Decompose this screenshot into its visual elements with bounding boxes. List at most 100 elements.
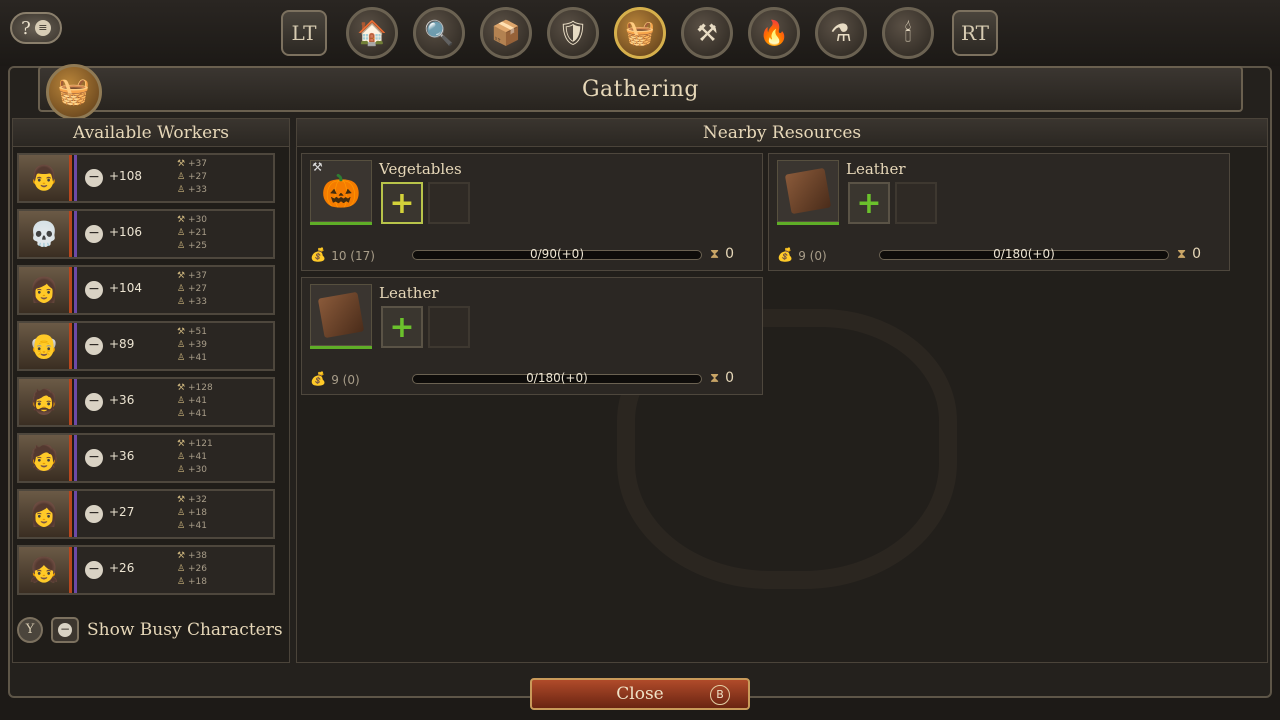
stat-value: +25: [188, 241, 207, 251]
resource-stock: 💰 9 (0): [310, 372, 360, 387]
stat-value: +51: [188, 327, 207, 337]
worker-row[interactable]: 👨 − +108 ⚒ +37 ♙ +27 ♙ +33: [17, 153, 275, 203]
stat-value: +121: [188, 439, 213, 449]
close-label: Close: [616, 684, 664, 704]
figure-icon: ♙: [177, 228, 186, 238]
shield-icon[interactable]: 🛡: [547, 7, 599, 59]
timer-value: 0: [1192, 246, 1202, 262]
close-button[interactable]: Close B: [530, 678, 750, 710]
stat-value: +41: [188, 452, 207, 462]
y-button-icon[interactable]: Y: [17, 617, 43, 643]
add-worker-button[interactable]: +: [381, 306, 423, 348]
rt-shoulder-button[interactable]: RT: [952, 10, 998, 56]
worker-row[interactable]: 🧑 − +36 ⚒ +121 ♙ +41 ♙ +30: [17, 433, 275, 483]
show-busy-row[interactable]: Y − Show Busy Characters: [17, 617, 283, 643]
stat-value: +37: [188, 159, 207, 169]
remove-worker-icon[interactable]: −: [85, 505, 103, 523]
worker-score: +89: [109, 337, 135, 351]
worker-slot[interactable]: [895, 182, 937, 224]
house-icon[interactable]: 🏠: [346, 7, 398, 59]
stat-value: +26: [188, 564, 207, 574]
resource-card: Leather + 💰 9 (0) 0/180(+0) ⧗ 0: [301, 277, 763, 395]
worker-stats: ⚒ +30 ♙ +21 ♙ +25: [177, 214, 207, 253]
worker-row[interactable]: 👩 − +27 ⚒ +32 ♙ +18 ♙ +41: [17, 489, 275, 539]
remove-worker-icon[interactable]: −: [85, 337, 103, 355]
figure-icon: ♙: [177, 340, 186, 350]
lt-shoulder-button[interactable]: LT: [281, 10, 327, 56]
stat-value: +33: [188, 185, 207, 195]
figure-icon: ♙: [177, 577, 186, 587]
stat-value: +38: [188, 551, 207, 561]
resource-stock: 💰 10 (17): [310, 248, 375, 263]
workers-panel: Available Workers 👨 − +108 ⚒ +37 ♙ +27 ♙ +3…: [12, 118, 290, 663]
tool-icon: ⚒: [312, 160, 323, 174]
figure-icon: ♙: [177, 508, 186, 518]
add-worker-button[interactable]: +: [848, 182, 890, 224]
stat-value: +27: [188, 284, 207, 294]
worker-row[interactable]: 💀 − +106 ⚒ +30 ♙ +21 ♙ +25: [17, 209, 275, 259]
axe-icon: ⚒: [177, 383, 186, 393]
remove-worker-icon[interactable]: −: [85, 169, 103, 187]
crate-icon[interactable]: 📦: [480, 7, 532, 59]
avatar: 👧: [19, 547, 69, 593]
axe-icon: ⚒: [177, 551, 186, 561]
avatar: 👴: [19, 323, 69, 369]
resource-stock: 💰 9 (0): [777, 248, 827, 263]
remove-worker-icon[interactable]: −: [85, 281, 103, 299]
add-worker-button[interactable]: +: [381, 182, 423, 224]
worker-row[interactable]: 👩 − +104 ⚒ +37 ♙ +27 ♙ +33: [17, 265, 275, 315]
remove-worker-icon[interactable]: −: [85, 449, 103, 467]
magnifier-icon[interactable]: 🔍: [413, 7, 465, 59]
stat-value: +18: [188, 577, 207, 587]
class-stripe: [69, 155, 77, 201]
furnace-icon[interactable]: 🔥: [748, 7, 800, 59]
axe-icon: ⚒: [177, 271, 186, 281]
worker-slot[interactable]: [428, 306, 470, 348]
candle-icon[interactable]: 🕯: [882, 7, 934, 59]
stat-value: +27: [188, 172, 207, 182]
worker-score: +26: [109, 561, 135, 575]
axe-icon: ⚒: [177, 439, 186, 449]
progress-text: 0/180(+0): [526, 371, 588, 385]
worker-slot[interactable]: [428, 182, 470, 224]
worker-score: +36: [109, 449, 135, 463]
resources-panel: Nearby Resources 🎃 ⚒ Vegetables + 💰 10 (…: [296, 118, 1268, 663]
worker-stats: ⚒ +37 ♙ +27 ♙ +33: [177, 158, 207, 197]
stock-value: 9 (0): [331, 372, 360, 387]
timer-value: 0: [725, 370, 735, 386]
remove-worker-icon[interactable]: −: [85, 225, 103, 243]
figure-icon: ♙: [177, 185, 186, 195]
timer: ⧗ 0: [710, 246, 734, 262]
worker-row[interactable]: 🧔 − +36 ⚒ +128 ♙ +41 ♙ +41: [17, 377, 275, 427]
show-busy-label: Show Busy Characters: [87, 620, 283, 640]
figure-icon: ♙: [177, 409, 186, 419]
anvil-icon[interactable]: ⚒: [681, 7, 733, 59]
resources-panel-title: Nearby Resources: [297, 119, 1267, 147]
class-stripe: [69, 211, 77, 257]
stock-value: 9 (0): [798, 248, 827, 263]
class-stripe: [69, 379, 77, 425]
remove-worker-icon[interactable]: −: [85, 561, 103, 579]
worker-row[interactable]: 👧 − +26 ⚒ +38 ♙ +26 ♙ +18: [17, 545, 275, 595]
sack-icon: 💰: [310, 372, 327, 387]
flask-icon[interactable]: ⚗: [815, 7, 867, 59]
worker-stats: ⚒ +51 ♙ +39 ♙ +41: [177, 326, 207, 365]
resource-name: Leather: [379, 284, 439, 302]
worker-row[interactable]: 👴 − +89 ⚒ +51 ♙ +39 ♙ +41: [17, 321, 275, 371]
figure-icon: ♙: [177, 284, 186, 294]
timer-value: 0: [725, 246, 735, 262]
help-menu-button[interactable]: ? ≡: [10, 12, 62, 44]
worker-stats: ⚒ +32 ♙ +18 ♙ +41: [177, 494, 207, 533]
worker-stats: ⚒ +121 ♙ +41 ♙ +30: [177, 438, 213, 477]
resource-card: 🎃 ⚒ Vegetables + 💰 10 (17) 0/90(+0) ⧗ 0: [301, 153, 763, 271]
avatar: 👩: [19, 267, 69, 313]
avatar: 🧔: [19, 379, 69, 425]
basket-icon[interactable]: 🧺: [614, 7, 666, 59]
show-busy-toggle[interactable]: −: [51, 617, 79, 643]
progress-text: 0/90(+0): [530, 247, 584, 261]
figure-icon: ♙: [177, 297, 186, 307]
remove-worker-icon[interactable]: −: [85, 393, 103, 411]
stat-value: +128: [188, 383, 213, 393]
stat-value: +21: [188, 228, 207, 238]
class-stripe: [69, 491, 77, 537]
